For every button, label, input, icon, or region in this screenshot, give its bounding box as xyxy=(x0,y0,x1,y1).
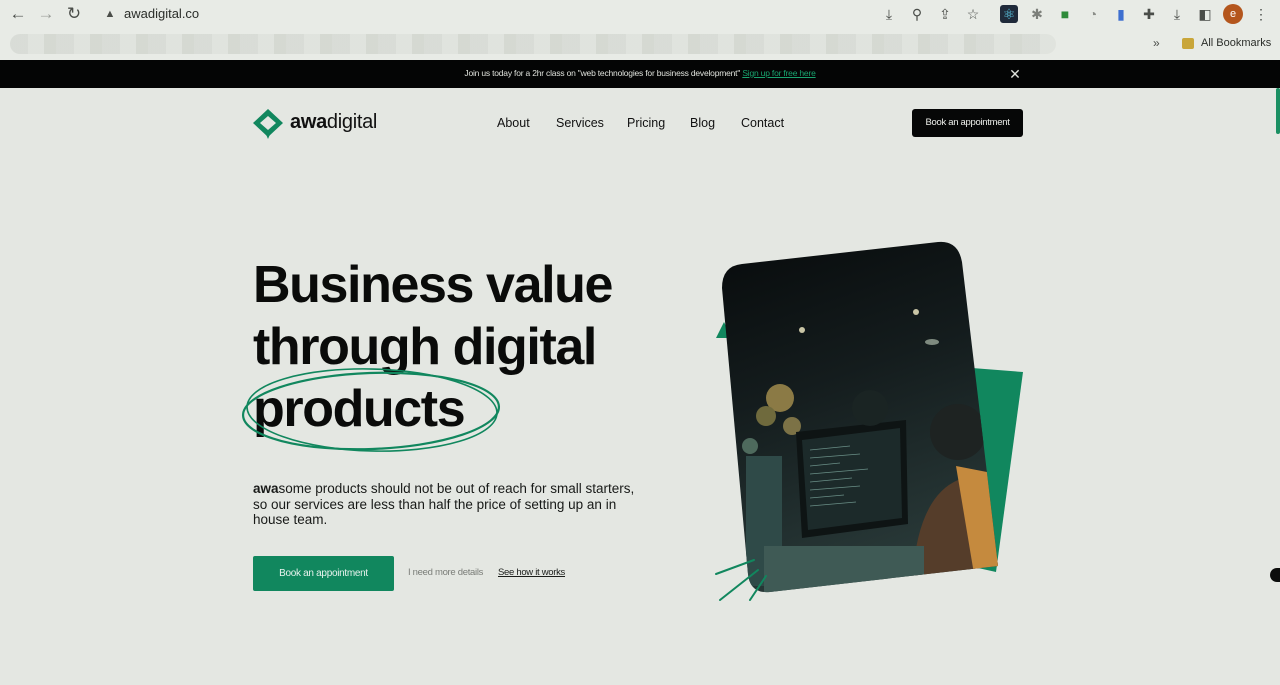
profile-avatar[interactable]: e xyxy=(1223,4,1243,24)
docs-extension-icon[interactable]: ▮ xyxy=(1112,5,1130,23)
address-bar[interactable]: awadigital.co xyxy=(124,6,199,22)
blurred-bookmarks xyxy=(10,34,1056,54)
signup-link[interactable]: Sign up for free here xyxy=(742,68,815,78)
more-details-label: I need more details xyxy=(408,567,484,578)
install-app-icon[interactable]: ⤓ xyxy=(880,5,898,23)
logo-wordmark[interactable]: awadigital xyxy=(290,111,377,134)
all-bookmarks-button[interactable]: All Bookmarks xyxy=(1201,37,1271,49)
lock-icon[interactable]: ▲ xyxy=(104,7,116,21)
highlight-oval-icon xyxy=(241,368,501,452)
share-icon[interactable]: ⇪ xyxy=(936,5,954,23)
reload-icon[interactable]: ↻ xyxy=(64,4,84,24)
nav-contact[interactable]: Contact xyxy=(741,116,784,130)
hero-description-text: some products should not be out of reach… xyxy=(253,481,635,528)
bookmark-star-icon[interactable]: ☆ xyxy=(964,5,982,23)
nav-services[interactable]: Services xyxy=(556,116,604,130)
hero-description-bold: awa xyxy=(253,481,279,496)
floating-widget-tab[interactable] xyxy=(1270,568,1280,582)
side-panel-icon[interactable]: ◧ xyxy=(1196,5,1214,23)
announcement-text: Join us today for a 2hr class on "web te… xyxy=(0,68,1280,78)
downloads-icon[interactable]: ⤓ xyxy=(1168,5,1186,23)
bookmarks-bar: » All Bookmarks xyxy=(0,28,1280,60)
scrollbar-thumb[interactable] xyxy=(1276,88,1280,134)
see-how-it-works-link[interactable]: See how it works xyxy=(498,567,565,578)
back-icon[interactable]: ← xyxy=(8,4,28,24)
browser-toolbar: ← → ↻ ▲ awadigital.co ⤓ ⚲ ⇪ ☆ ⚛ ✱ ■ ◔ ▮ … xyxy=(0,0,1280,28)
book-appointment-header-button[interactable]: Book an appointment xyxy=(912,109,1023,137)
hero-title-line: Business value xyxy=(253,256,613,314)
nav-about[interactable]: About xyxy=(497,116,530,130)
logo-bold: awa xyxy=(290,111,327,133)
react-devtools-icon[interactable]: ⚛ xyxy=(1000,5,1018,23)
hero-description: awasome products should not be out of re… xyxy=(253,481,643,528)
announcement-message: Join us today for a 2hr class on "web te… xyxy=(464,68,743,78)
nav-pricing[interactable]: Pricing xyxy=(627,116,665,130)
clock-extension-icon[interactable]: ◔ xyxy=(1084,5,1102,23)
book-appointment-button[interactable]: Book an appointment xyxy=(253,556,394,591)
folder-icon xyxy=(1182,38,1194,49)
announcement-bar: Join us today for a 2hr class on "web te… xyxy=(0,60,1280,88)
zoom-icon[interactable]: ⚲ xyxy=(908,5,926,23)
forward-icon[interactable]: → xyxy=(36,4,56,24)
bookmarks-overflow-icon[interactable]: » xyxy=(1153,36,1160,50)
logo-icon[interactable] xyxy=(252,108,286,140)
camera-extension-icon[interactable]: ■ xyxy=(1056,5,1074,23)
bug-extension-icon[interactable]: ✱ xyxy=(1028,5,1046,23)
logo-rest: digital xyxy=(326,111,378,133)
extensions-puzzle-icon[interactable]: ✚ xyxy=(1140,5,1158,23)
more-menu-icon[interactable]: ⋮ xyxy=(1252,5,1270,23)
close-icon[interactable]: ✕ xyxy=(1008,66,1022,82)
hero-image xyxy=(715,241,1023,601)
nav-blog[interactable]: Blog xyxy=(690,116,715,130)
